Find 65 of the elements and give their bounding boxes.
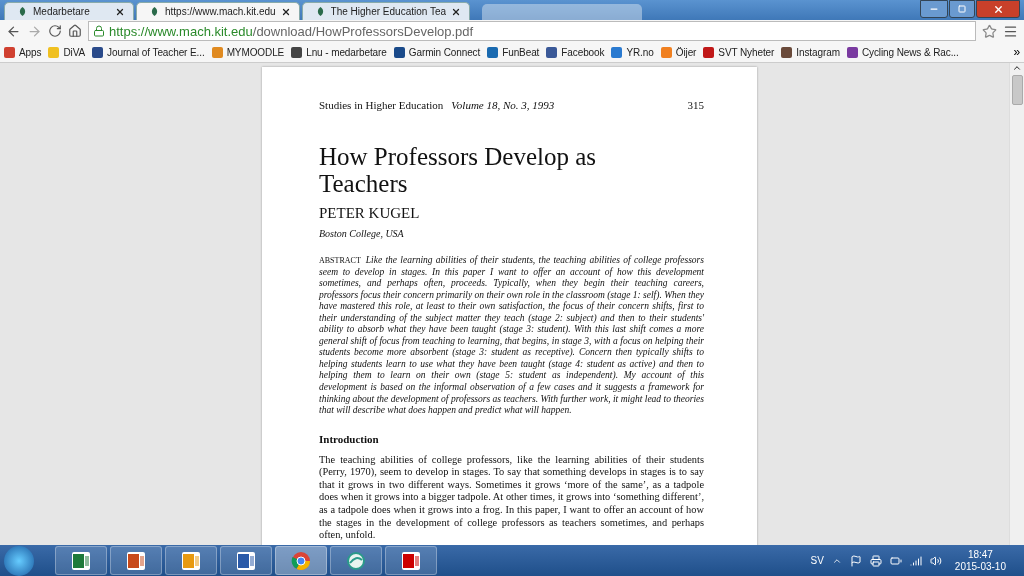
start-button[interactable] bbox=[4, 545, 34, 576]
bookmark-link[interactable]: SVT Nyheter bbox=[703, 46, 775, 58]
app-icon bbox=[71, 550, 91, 571]
bookmark-link[interactable]: Cycling News & Rac... bbox=[846, 46, 959, 58]
bookmark-link[interactable]: Lnu - medarbetare bbox=[291, 46, 387, 58]
bookmark-link[interactable]: Instagram bbox=[781, 46, 840, 58]
taskbar-app[interactable] bbox=[385, 546, 437, 575]
taskbar-clock[interactable]: 18:47 2015-03-10 bbox=[954, 548, 1006, 573]
bookmark-link[interactable]: FunBeat bbox=[487, 46, 540, 58]
restore-button[interactable] bbox=[949, 0, 975, 18]
reload-icon[interactable] bbox=[48, 24, 62, 38]
app-icon bbox=[181, 550, 201, 571]
bookmark-link[interactable]: Apps bbox=[4, 46, 42, 58]
home-icon[interactable] bbox=[68, 24, 82, 38]
taskbar-app[interactable] bbox=[55, 546, 107, 575]
bookmark-link[interactable]: MYMOODLE bbox=[211, 46, 285, 58]
language-indicator[interactable]: SV bbox=[810, 555, 824, 566]
taskbar-app[interactable] bbox=[165, 546, 217, 575]
lock-icon bbox=[93, 25, 105, 37]
bookmark-link[interactable]: DiVA bbox=[48, 46, 86, 58]
battery-icon[interactable] bbox=[889, 554, 902, 567]
bookmark-link[interactable]: Garmin Connect bbox=[393, 46, 481, 58]
star-icon[interactable] bbox=[982, 23, 997, 39]
app-icon bbox=[126, 550, 146, 571]
bookmark-link[interactable]: Journal of Teacher E... bbox=[92, 46, 205, 58]
browser-tab[interactable]: Medarbetare bbox=[4, 2, 134, 20]
bookmark-link[interactable]: Öijer bbox=[660, 46, 697, 58]
journal-volume: Volume 18, No. 3, 1993 bbox=[451, 99, 555, 111]
app-icon bbox=[401, 550, 421, 571]
taskbar-app[interactable] bbox=[110, 546, 162, 575]
leaf-icon bbox=[149, 6, 160, 17]
back-icon[interactable] bbox=[6, 23, 21, 39]
flag-icon[interactable] bbox=[849, 554, 862, 567]
scroll-thumb[interactable] bbox=[1011, 75, 1023, 105]
bookmark-link[interactable]: Facebook bbox=[546, 46, 605, 58]
leaf-icon bbox=[17, 6, 28, 17]
close-button[interactable] bbox=[976, 0, 1020, 18]
browser-tab[interactable]: https://www.mach.kit.edu bbox=[136, 2, 300, 20]
article-title: How Professors Develop as Teachers bbox=[319, 143, 598, 197]
scroll-up-icon[interactable] bbox=[1012, 63, 1022, 73]
globe-icon bbox=[346, 550, 366, 571]
volume-icon[interactable] bbox=[929, 554, 942, 567]
restore-icon bbox=[958, 5, 966, 13]
close-icon[interactable] bbox=[280, 6, 291, 17]
menu-icon[interactable] bbox=[1003, 23, 1018, 39]
close-icon[interactable] bbox=[451, 6, 462, 17]
author-affiliation: Boston College, USA bbox=[319, 228, 405, 239]
taskbar-app[interactable] bbox=[330, 546, 382, 575]
page-number: 315 bbox=[687, 99, 704, 111]
close-icon[interactable] bbox=[115, 6, 125, 17]
body-paragraph: The teaching abilities of college professors, like the learning abilities of their students (Perry, 1970), seem to develop in stages. To say that something develops in stages is to say that it grows in two different ways. Sometimes it grows ‘more of the same’, as a tadpole does when it grows into a bigger tadpole. At other times, it grows into ‘something different’, as a tadpole does when it grows into a frog. In this paper, I want to offer an account of how the stages in the development of college professors as teachers sometimes, and perhaps often, unfold. bbox=[319, 453, 704, 542]
printer-icon[interactable] bbox=[869, 554, 882, 567]
minimize-button[interactable] bbox=[920, 0, 948, 18]
section-heading: Introduction bbox=[319, 432, 380, 445]
journal-name: Studies in Higher Education bbox=[319, 99, 444, 111]
article-author: PETER KUGEL bbox=[319, 205, 421, 222]
browser-tab[interactable]: The Higher Education Tea bbox=[301, 2, 471, 20]
chrome-icon bbox=[291, 550, 311, 571]
close-icon bbox=[992, 3, 1004, 15]
app-icon bbox=[236, 550, 256, 571]
address-field[interactable]: https://www.mach.kit.edu/download/HowProfessorsDevelop.pdf bbox=[88, 21, 976, 41]
more-bookmarks[interactable]: » bbox=[1013, 45, 1020, 59]
abstract-paragraph: ABSTRACT Like the learning abilities of their students, the teaching abilities of college professors seem to develop in stages. In this paper I want to offer an account of how this development sometimes, and perhaps often, proceeds. Typically, when they begin their teaching careers, professors focus their concern primarily on their own role in the classroom (stage 1: self). When they have mastered this role, at least to their own satisfaction, the focus of their concern shifts, first to their understanding of the subject matter they teach (stage 2: subject) and then to their students' ability to absorb what they have been taught (stage 3: student). With this last shift comes a more general shift of focus from teaching to learning, that begins, in stage 3, with a focus on helping their students become more absorbent (stage 3: student as receptive). Concern then typically shifts to helping students learn to use what they have been taught (stage 4: student as active) and then to helping them to learn on their own (stage 5: student as independent). My account of this development is based on the informal observation of a few cases and it suggests a framework for thinking about the development of professors as teachers. With further work, it might lead to theories that will describe what does happen and predict what will happen. bbox=[319, 255, 704, 417]
bookmark-link[interactable]: YR.no bbox=[611, 46, 654, 58]
taskbar-app[interactable] bbox=[220, 546, 272, 575]
